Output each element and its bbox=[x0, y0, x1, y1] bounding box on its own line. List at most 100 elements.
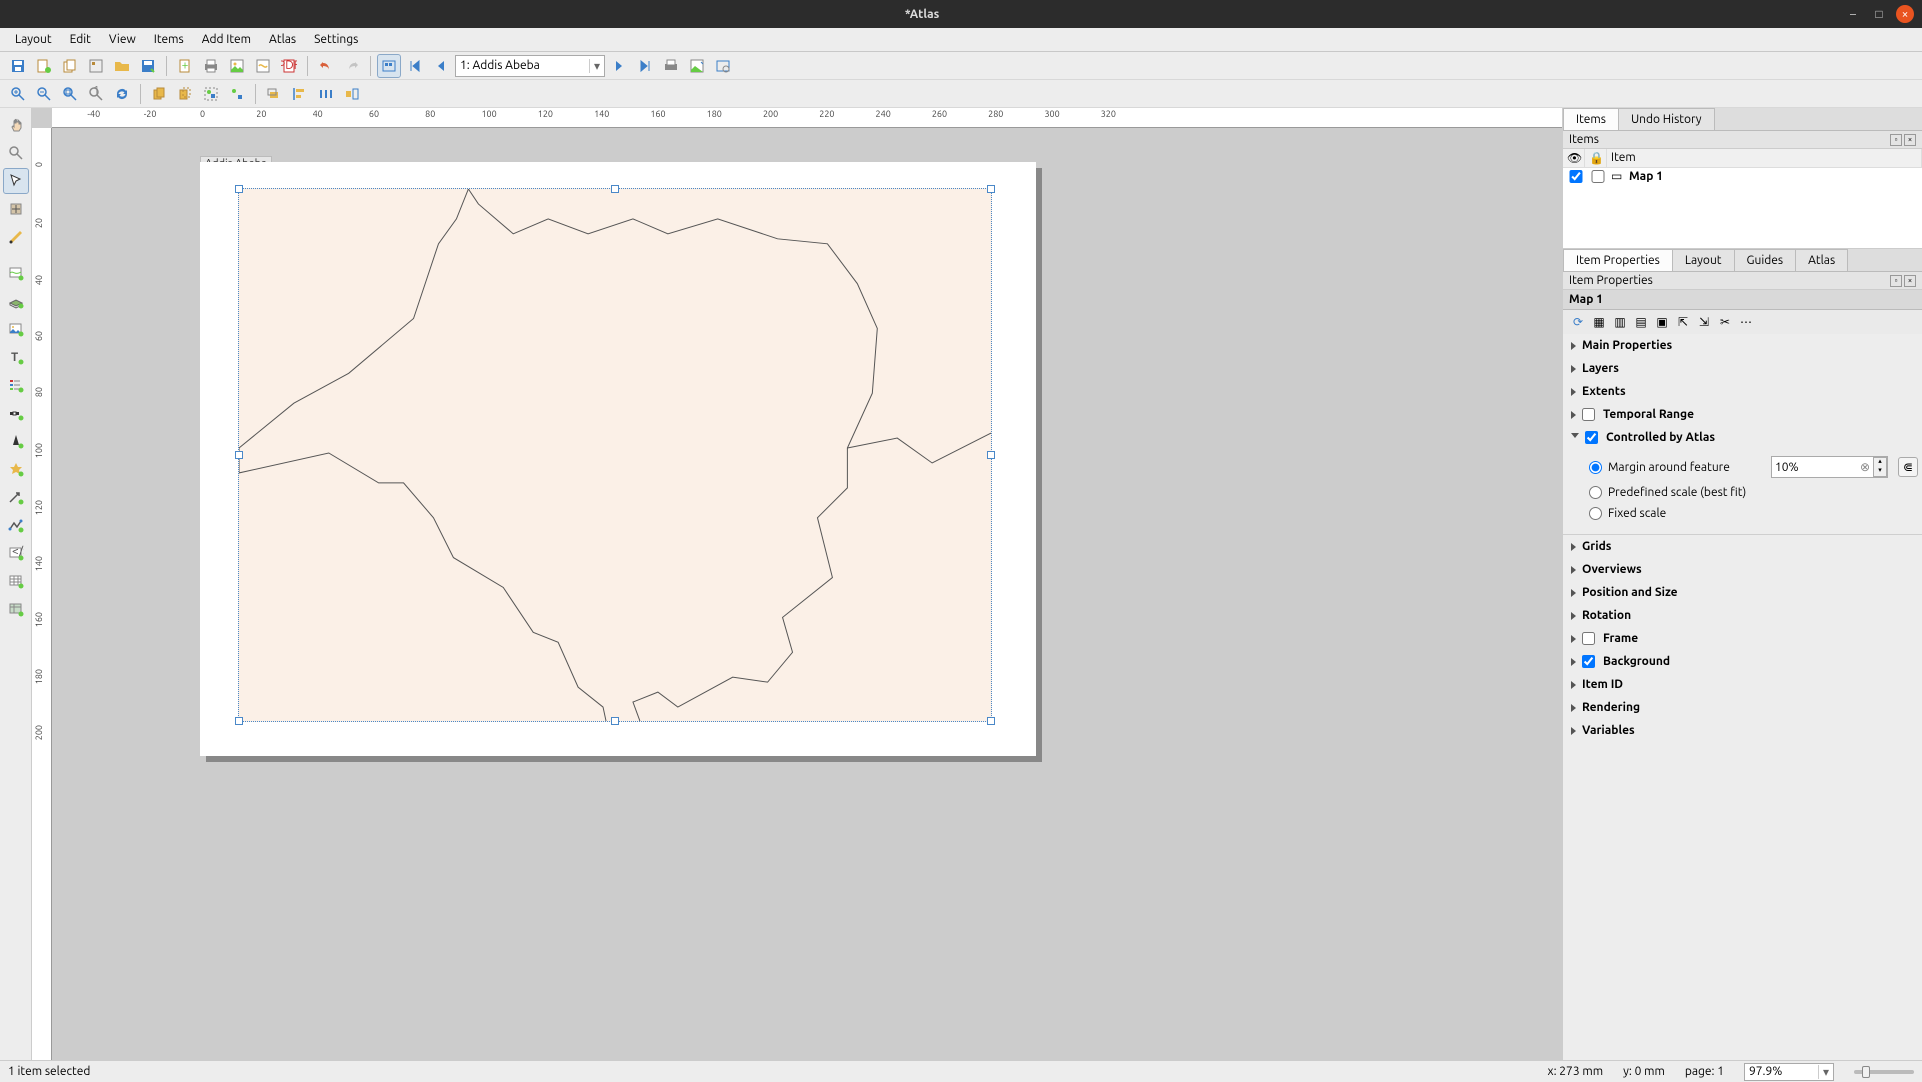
zoom-in-icon[interactable] bbox=[6, 82, 30, 106]
add-node-item-icon[interactable] bbox=[3, 512, 29, 538]
margin-input[interactable] bbox=[1772, 460, 1857, 475]
fixed-scale-radio[interactable] bbox=[1589, 507, 1602, 520]
section-overviews[interactable]: Overviews bbox=[1563, 558, 1922, 581]
zoom-full-icon[interactable] bbox=[58, 82, 82, 106]
layout-manager-icon[interactable] bbox=[84, 54, 108, 78]
clip-icon[interactable]: ✂ bbox=[1716, 313, 1734, 331]
list-item[interactable]: ▭ Map 1 bbox=[1563, 168, 1922, 184]
refresh-icon[interactable] bbox=[110, 82, 134, 106]
add-scalebar-icon[interactable] bbox=[3, 400, 29, 426]
section-temporal-range[interactable]: Temporal Range bbox=[1563, 403, 1922, 426]
save-template-icon[interactable] bbox=[136, 54, 160, 78]
zoom-combo[interactable]: 97.9% ▾ bbox=[1744, 1063, 1834, 1081]
resize-icon[interactable] bbox=[340, 82, 364, 106]
section-position-size[interactable]: Position and Size bbox=[1563, 581, 1922, 604]
duplicate-layout-icon[interactable] bbox=[58, 54, 82, 78]
print-icon[interactable] bbox=[199, 54, 223, 78]
resize-handle[interactable] bbox=[987, 717, 995, 725]
unlock-items-icon[interactable] bbox=[173, 82, 197, 106]
align-left-icon[interactable] bbox=[288, 82, 312, 106]
tab-undo-history[interactable]: Undo History bbox=[1618, 108, 1715, 130]
add-table-icon[interactable] bbox=[3, 568, 29, 594]
section-main-properties[interactable]: Main Properties bbox=[1563, 334, 1922, 357]
canvas[interactable]: -40-200204060801001201401601802002202402… bbox=[32, 108, 1562, 1060]
set-scale-icon[interactable]: ▤ bbox=[1632, 313, 1650, 331]
move-content-icon[interactable] bbox=[3, 196, 29, 222]
last-feature-icon[interactable] bbox=[633, 54, 657, 78]
print-atlas-icon[interactable] bbox=[659, 54, 683, 78]
view-extent-icon[interactable]: ▥ bbox=[1611, 313, 1629, 331]
first-feature-icon[interactable] bbox=[403, 54, 427, 78]
menu-settings[interactable]: Settings bbox=[305, 30, 367, 49]
resize-handle[interactable] bbox=[235, 185, 243, 193]
zoom-icon[interactable] bbox=[3, 140, 29, 166]
export-atlas-icon[interactable] bbox=[685, 54, 709, 78]
lock-items-icon[interactable] bbox=[147, 82, 171, 106]
add-legend-icon[interactable] bbox=[3, 372, 29, 398]
prev-feature-icon[interactable] bbox=[429, 54, 453, 78]
resize-handle[interactable] bbox=[987, 185, 995, 193]
close-panel-icon[interactable]: × bbox=[1904, 134, 1916, 146]
refresh-preview-icon[interactable]: ⟳ bbox=[1569, 313, 1587, 331]
tab-layout[interactable]: Layout bbox=[1672, 249, 1735, 271]
add-label-icon[interactable]: T bbox=[3, 344, 29, 370]
resize-handle[interactable] bbox=[235, 717, 243, 725]
add-3dmap-icon[interactable] bbox=[3, 288, 29, 314]
select-icon[interactable] bbox=[3, 168, 29, 194]
minimize-button[interactable]: – bbox=[1844, 5, 1862, 23]
section-variables[interactable]: Variables bbox=[1563, 719, 1922, 742]
add-arrow-icon[interactable] bbox=[3, 484, 29, 510]
resize-handle[interactable] bbox=[611, 185, 619, 193]
zoom-slider[interactable] bbox=[1854, 1070, 1914, 1074]
menu-atlas[interactable]: Atlas bbox=[260, 30, 305, 49]
set-extent-icon[interactable]: ▦ bbox=[1590, 313, 1608, 331]
interactive-edit-icon[interactable]: ⇱ bbox=[1674, 313, 1692, 331]
group-icon[interactable] bbox=[199, 82, 223, 106]
section-frame[interactable]: Frame bbox=[1563, 627, 1922, 650]
close-button[interactable]: × bbox=[1896, 5, 1914, 23]
export-image-icon[interactable] bbox=[225, 54, 249, 78]
undock-icon[interactable]: ▫ bbox=[1890, 275, 1902, 287]
tab-guides[interactable]: Guides bbox=[1734, 249, 1797, 271]
add-shape-icon[interactable] bbox=[3, 456, 29, 482]
redo-icon[interactable] bbox=[340, 54, 364, 78]
margin-radio[interactable] bbox=[1589, 461, 1602, 474]
export-pdf-icon[interactable]: PDF bbox=[277, 54, 301, 78]
feature-dropdown[interactable]: 1: Addis Abeba ▾ bbox=[455, 55, 605, 77]
section-item-id[interactable]: Item ID bbox=[1563, 673, 1922, 696]
add-map-icon[interactable] bbox=[3, 260, 29, 286]
menu-view[interactable]: View bbox=[100, 30, 145, 49]
close-panel-icon[interactable]: × bbox=[1904, 275, 1916, 287]
frame-checkbox[interactable] bbox=[1582, 632, 1595, 645]
resize-handle[interactable] bbox=[235, 451, 243, 459]
next-feature-icon[interactable] bbox=[607, 54, 631, 78]
new-layout-icon[interactable] bbox=[32, 54, 56, 78]
section-rotation[interactable]: Rotation bbox=[1563, 604, 1922, 627]
layout-page[interactable] bbox=[200, 162, 1036, 756]
margin-spinner[interactable]: ▴▾ bbox=[1873, 457, 1887, 477]
zoom-actual-icon[interactable]: 1 bbox=[84, 82, 108, 106]
distribute-icon[interactable] bbox=[314, 82, 338, 106]
resize-handle[interactable] bbox=[987, 451, 995, 459]
add-html-icon[interactable]: </> bbox=[3, 540, 29, 566]
clear-icon[interactable]: ⊗ bbox=[1857, 460, 1873, 474]
section-layers[interactable]: Layers bbox=[1563, 357, 1922, 380]
section-grids[interactable]: Grids bbox=[1563, 535, 1922, 558]
resize-handle[interactable] bbox=[611, 717, 619, 725]
save-icon[interactable] bbox=[6, 54, 30, 78]
menu-items[interactable]: Items bbox=[145, 30, 193, 49]
predefined-scale-radio[interactable] bbox=[1589, 486, 1602, 499]
add-fixed-table-icon[interactable] bbox=[3, 596, 29, 622]
tab-item-properties[interactable]: Item Properties bbox=[1563, 249, 1673, 271]
data-defined-override-icon[interactable]: ⋐ bbox=[1898, 457, 1918, 477]
zoom-out-icon[interactable] bbox=[32, 82, 56, 106]
add-north-arrow-icon[interactable] bbox=[3, 428, 29, 454]
undo-icon[interactable] bbox=[314, 54, 338, 78]
edit-nodes-icon[interactable] bbox=[3, 224, 29, 250]
menu-layout[interactable]: Layout bbox=[6, 30, 61, 49]
data-defined-icon[interactable]: ⋯ bbox=[1737, 313, 1755, 331]
add-from-template-icon[interactable]: + bbox=[173, 54, 197, 78]
background-checkbox[interactable] bbox=[1582, 655, 1595, 668]
preview-atlas-icon[interactable] bbox=[377, 54, 401, 78]
add-picture-icon[interactable] bbox=[3, 316, 29, 342]
